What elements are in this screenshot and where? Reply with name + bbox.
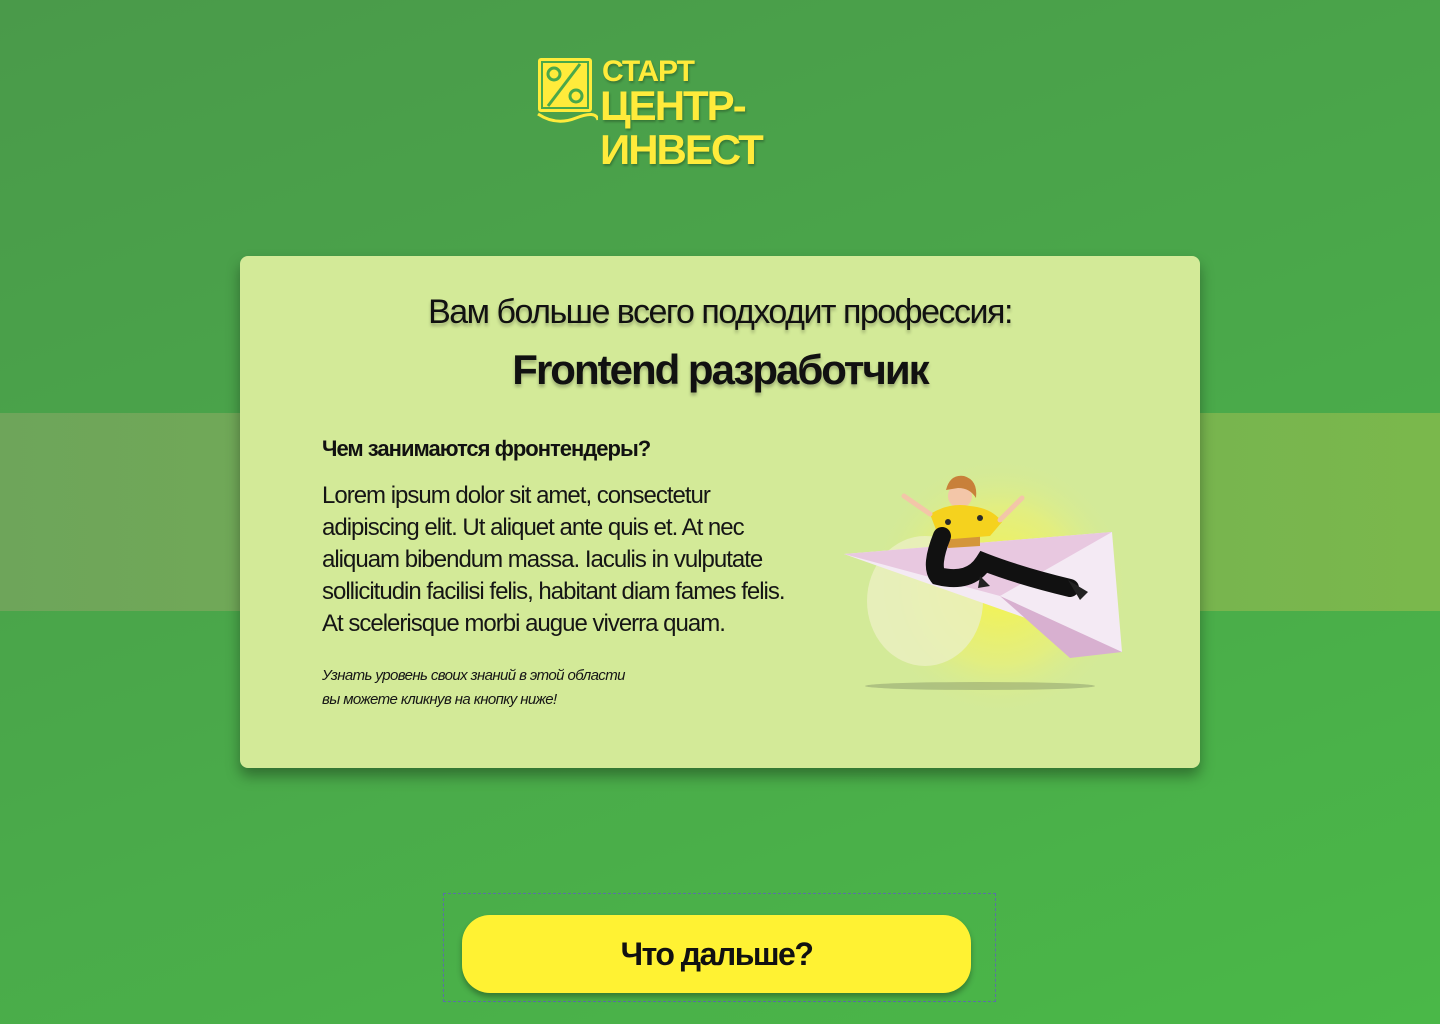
percent-logo-icon	[537, 58, 598, 123]
logo-line2: ЦЕНТР-ИНВЕСТ	[600, 82, 764, 173]
profession-title: Frontend разработчик	[512, 346, 929, 393]
question-title: Чем занимаются фронтендеры?	[322, 436, 651, 461]
result-heading: Вам больше всего подходит профессия:	[428, 293, 1013, 331]
hint-note-line2: вы можете кликнув на кнопку ниже!	[322, 691, 557, 708]
question-body: Lorem ipsum dolor sit amet, consectetur …	[322, 482, 786, 637]
hint-note-line1: Узнать уровень своих знаний в этой облас…	[322, 667, 625, 684]
next-button[interactable]: Что дальше?	[462, 915, 971, 993]
logo: СТАРТ ЦЕНТР-ИНВЕСТ	[536, 56, 896, 172]
hint-note: Узнать уровень своих знаний в этой облас…	[322, 664, 682, 712]
result-card: Вам больше всего подходит профессия: Fro…	[240, 256, 1200, 768]
person-on-paper-plane-illustration	[844, 456, 1130, 716]
